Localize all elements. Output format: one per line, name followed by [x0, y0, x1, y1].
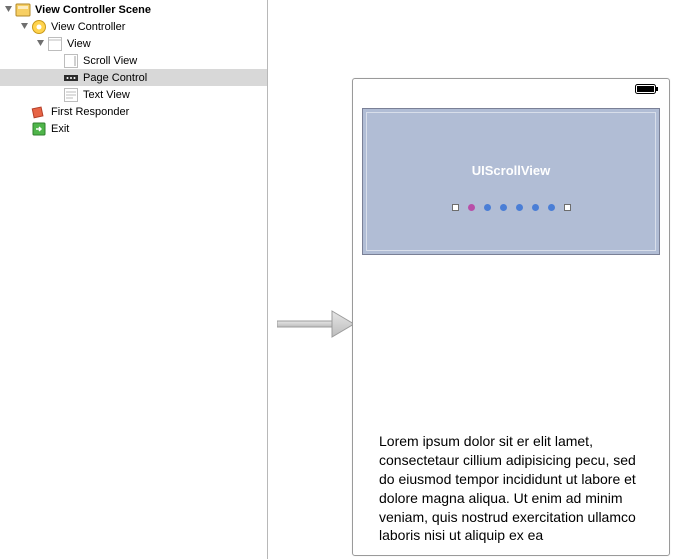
- first-responder-icon: [31, 104, 47, 120]
- uiscrollview[interactable]: UIScrollView: [362, 108, 660, 255]
- disclosure-triangle-icon[interactable]: [36, 39, 45, 48]
- tree-row-text-view[interactable]: Text View: [0, 86, 267, 103]
- tree-label: Exit: [51, 123, 69, 135]
- tree-row-scroll-view[interactable]: Scroll View: [0, 52, 267, 69]
- page-dot-current[interactable]: [468, 204, 475, 211]
- page-dot[interactable]: [516, 204, 523, 211]
- text-view-icon: [63, 87, 79, 103]
- tree-label: Page Control: [83, 72, 147, 84]
- scrollview-title: UIScrollView: [472, 163, 551, 178]
- document-outline: View Controller Scene View Controller Vi…: [0, 0, 268, 559]
- tree-row-first-responder[interactable]: First Responder: [0, 103, 267, 120]
- tree-row-exit[interactable]: Exit: [0, 120, 267, 137]
- page-control-icon: [63, 70, 79, 86]
- selection-handle-icon[interactable]: [452, 204, 459, 211]
- page-dot[interactable]: [548, 204, 555, 211]
- selection-handle-icon[interactable]: [564, 204, 571, 211]
- tree-label: View Controller: [51, 21, 125, 33]
- tree-label: View Controller Scene: [35, 4, 151, 16]
- page-dot[interactable]: [500, 204, 507, 211]
- disclosure-triangle-icon[interactable]: [4, 5, 13, 14]
- disclosure-triangle-icon[interactable]: [20, 22, 29, 31]
- tree-label: First Responder: [51, 106, 129, 118]
- outline-tree: View Controller Scene View Controller Vi…: [0, 0, 267, 137]
- tree-row-view-controller[interactable]: View Controller: [0, 18, 267, 35]
- view-controller-icon: [31, 19, 47, 35]
- page-dot[interactable]: [532, 204, 539, 211]
- tree-row-scene[interactable]: View Controller Scene: [0, 1, 267, 18]
- tree-label: Text View: [83, 89, 130, 101]
- segue-arrow-icon: [277, 309, 355, 342]
- page-dot[interactable]: [484, 204, 491, 211]
- tree-row-page-control[interactable]: Page Control: [0, 69, 267, 86]
- canvas[interactable]: UIScrollView Lorem ipsum dolor sit er el…: [269, 0, 674, 559]
- scroll-view-icon: [63, 53, 79, 69]
- exit-icon: [31, 121, 47, 137]
- battery-icon: [635, 84, 659, 98]
- tree-row-view[interactable]: View: [0, 35, 267, 52]
- page-control[interactable]: [452, 204, 571, 211]
- scene-icon: [15, 2, 31, 18]
- tree-label: Scroll View: [83, 55, 137, 67]
- uitextview[interactable]: Lorem ipsum dolor sit er elit lamet, con…: [379, 432, 643, 545]
- status-bar: [353, 79, 669, 99]
- tree-label: View: [67, 38, 91, 50]
- view-icon: [47, 36, 63, 52]
- device-frame[interactable]: UIScrollView Lorem ipsum dolor sit er el…: [352, 78, 670, 556]
